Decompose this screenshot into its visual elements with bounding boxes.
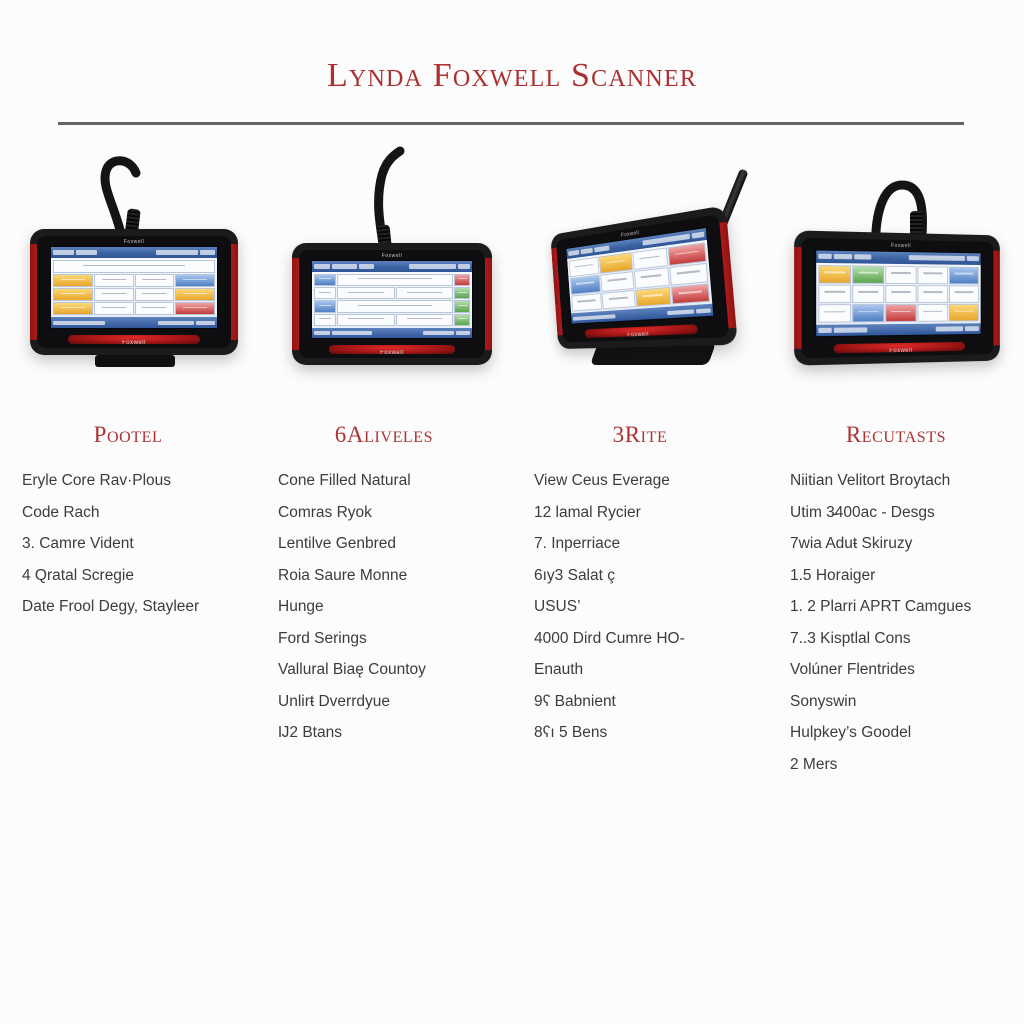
list-item: 3. Camre Vident xyxy=(22,535,134,552)
list-item: 7wia Aduŧ Skiruzy xyxy=(790,535,913,552)
list-item: 7. Inperriace xyxy=(534,535,621,552)
list-item: Roia Saure Monne xyxy=(278,566,408,584)
list-item: Date Frool Deɡy, Stayleer xyxy=(22,598,200,615)
page-title: Lynda Foxwell Scanner xyxy=(326,57,698,94)
list-item: 7..3 Kisptlal Cons xyxy=(790,629,911,647)
list-item: Volúner Flentrides xyxy=(790,661,915,678)
brand-label-top: Foxwell xyxy=(381,253,403,259)
list-item: Niitian Velitort Broytach xyxy=(790,472,951,489)
device-stand-foot xyxy=(95,355,175,367)
product-column-3: Foxwell Foxwell 3Rite View Ceus Everage … xyxy=(512,155,768,780)
list-item: 12 lamal Rycier xyxy=(534,503,641,521)
list-item: 2 Mers xyxy=(790,755,838,773)
screen-statusbar xyxy=(312,328,472,338)
list-item: Unlirŧ Dverrdyue xyxy=(278,692,390,710)
device-bezel: Foxwell Foxwell xyxy=(801,237,994,359)
device-screen xyxy=(50,246,218,329)
device-bezel: Foxwell Foxwell xyxy=(555,214,730,343)
device-image-1: Foxwell Foxwell xyxy=(14,155,242,400)
brand-label-bottom: Foxwell xyxy=(380,350,404,356)
list-item: Cone Filled Natural xyxy=(278,472,411,489)
column-heading-1: Pootel xyxy=(93,422,163,447)
list-item: 1.5 Horaiger xyxy=(790,566,876,584)
device-chassis: Foxwell Foxwell xyxy=(550,205,738,350)
device-bezel: Foxwell Foxwell xyxy=(37,236,231,348)
device-image-2: Foxwell Foxwell xyxy=(270,146,498,400)
page-header: Lynda Foxwell Scanner xyxy=(0,0,1024,130)
list-item: Utim 3̵400ac - Desgs xyxy=(790,503,935,521)
screen-titlebar xyxy=(51,247,217,259)
device-image-3: Foxwell Foxwell xyxy=(526,155,754,400)
device-screen xyxy=(815,249,982,338)
column-heading-4: Recutasts xyxy=(845,422,947,447)
list-item: Vallural Biaę Countoy xyxy=(278,661,426,678)
brand-label-bottom: Foxwell xyxy=(122,340,146,346)
screen-statusbar xyxy=(816,323,981,337)
screen-menu-grid xyxy=(51,258,217,318)
product-column-1: Foxwell Foxwell Pootel Eryle Core Rav·Pl… xyxy=(0,155,256,780)
list-item: Hunge xyxy=(278,598,324,615)
column-text-3: View Ceus Everage 12 lamal Rycier 7. Inp… xyxy=(526,465,754,749)
device-chassis: Foxwell Foxwell xyxy=(292,243,492,365)
list-item: Ĳ2 Btans xyxy=(278,724,342,741)
column-text-4: Niitian Velitort Broytach Utim 3̵400ac -… xyxy=(782,465,1010,780)
list-item: 4 Qratal Scregie xyxy=(22,566,134,584)
list-item: 8ʕı 5 Bens xyxy=(534,724,608,741)
list-item: 6ıy3 Salat ç xyxy=(534,566,615,584)
brand-label-top: Foxwell xyxy=(123,239,145,245)
device-image-4: Foxwell Foxwell xyxy=(782,155,1010,400)
list-item: Lentilve Genbred xyxy=(278,535,397,552)
list-item: View Ceus Everage xyxy=(534,472,670,489)
screen-titlebar xyxy=(312,261,472,272)
column-heading-3: 3Rite xyxy=(612,422,668,447)
device-chassis: Foxwell Foxwell xyxy=(30,229,238,355)
list-item: Comras Ryok xyxy=(278,503,372,521)
screen-menu-grid xyxy=(312,271,472,328)
product-columns: Foxwell Foxwell Pootel Eryle Core Rav·Pl… xyxy=(0,146,1024,780)
device-bezel: Foxwell Foxwell xyxy=(299,250,485,358)
list-item: Hulpkey’s Goodel xyxy=(790,724,912,741)
list-item: 1. 2 Plarri APRT Camgues xyxy=(790,598,972,615)
device-chassis: Foxwell Foxwell xyxy=(794,230,1000,366)
brand-label-bottom: Foxwell xyxy=(889,347,913,355)
list-item: USUS’ xyxy=(534,598,581,615)
column-heading-2: 6Aliveles xyxy=(334,422,434,447)
list-item: 9ʕ Babnient xyxy=(534,692,616,710)
list-item: Enauth xyxy=(534,661,584,678)
column-text-2: Cone Filled Natural Comras Ryok Lentilve… xyxy=(270,465,498,749)
product-column-2: Foxwell Foxwell 6Aliveles Cone Filled Na… xyxy=(256,146,512,780)
screen-menu-grid xyxy=(816,262,981,326)
device-screen xyxy=(311,260,473,339)
header-divider xyxy=(58,122,964,125)
product-column-4: Foxwell Foxwell Recutasts Niitian Velito… xyxy=(768,155,1024,780)
list-item: Ford Serings xyxy=(278,629,367,647)
list-item: Eryle Core Rav·Plous xyxy=(22,472,172,489)
screen-statusbar xyxy=(51,317,217,328)
column-text-1: Eryle Core Rav·Plous Code Rach 3. Camre … xyxy=(14,465,242,623)
list-item: Code Rach xyxy=(22,503,100,521)
list-item: Sonyswin xyxy=(790,692,857,710)
list-item: 4000 Dird Cumre HO- xyxy=(534,629,685,647)
